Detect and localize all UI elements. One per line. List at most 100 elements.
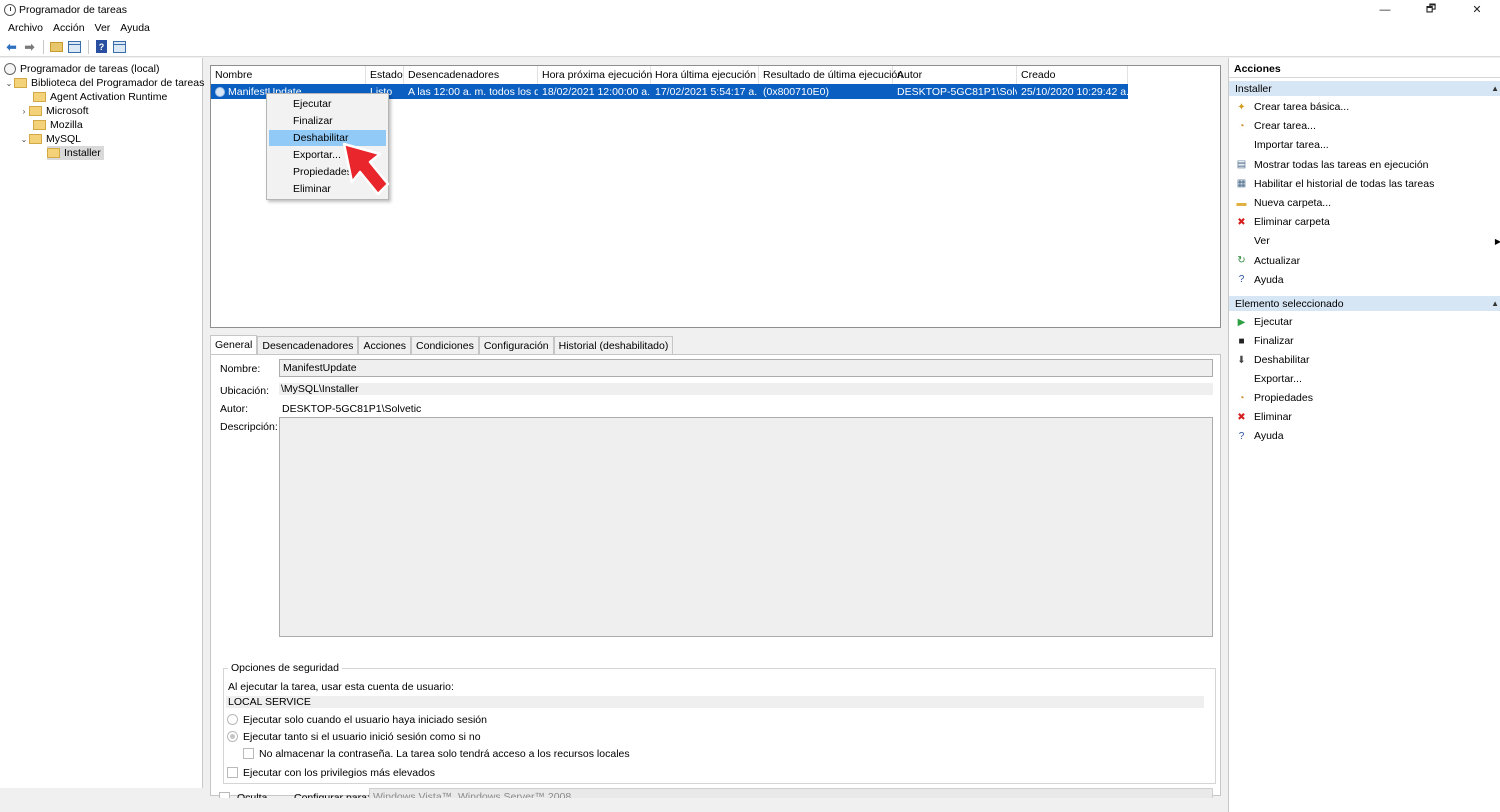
actions-title: Acciones bbox=[1229, 61, 1500, 78]
action-item-installer-9[interactable]: ? Ayuda bbox=[1235, 272, 1497, 288]
action-item-installer-3[interactable]: ▤ Mostrar todas las tareas en ejecución bbox=[1235, 157, 1497, 173]
tree-folder-label: Microsoft bbox=[46, 105, 89, 117]
radio-run-whether-logged-on[interactable] bbox=[227, 731, 238, 742]
tree-folder-microsoft[interactable]: › Microsoft bbox=[19, 104, 89, 118]
checkbox-no-store-password-label[interactable]: No almacenar la contraseña. La tarea sol… bbox=[259, 748, 630, 760]
name-field[interactable]: ManifestUpdate bbox=[279, 359, 1213, 377]
menu-ver[interactable]: Ver bbox=[90, 22, 116, 34]
tree-root-label: Programador de tareas (local) bbox=[20, 63, 160, 75]
context-menu-finalizar[interactable]: Finalizar bbox=[269, 113, 386, 129]
column-header-autor[interactable]: Autor bbox=[893, 66, 1017, 84]
collapsed-chevron-icon[interactable]: › bbox=[19, 107, 29, 116]
column-header-resultado[interactable]: Resultado de última ejecución bbox=[759, 66, 903, 84]
action-item-installer-5[interactable]: ▬ Nueva carpeta... bbox=[1235, 195, 1497, 211]
tab-historial[interactable]: Historial (deshabilitado) bbox=[553, 336, 674, 354]
action-item-installer-7[interactable]: Ver ▶ bbox=[1235, 233, 1500, 249]
restore-button[interactable]: 🗗 bbox=[1408, 0, 1454, 19]
tree-folder-mozilla[interactable]: Mozilla bbox=[33, 118, 83, 132]
up-folder-button[interactable] bbox=[48, 39, 65, 55]
cell-creado: 25/10/2020 10:29:42 a. m. bbox=[1021, 85, 1128, 98]
tab-desencadenadores[interactable]: Desencadenadores bbox=[257, 336, 359, 354]
tab-general[interactable]: General bbox=[210, 335, 258, 354]
close-button[interactable]: ✕ bbox=[1454, 0, 1500, 19]
action-item-installer-1[interactable]: ◔ Crear tarea... bbox=[1235, 118, 1497, 134]
action-item-label: Deshabilitar bbox=[1254, 354, 1310, 366]
action-item-installer-6[interactable]: ✖ Eliminar carpeta bbox=[1235, 214, 1497, 230]
tab-condiciones[interactable]: Condiciones bbox=[411, 336, 479, 354]
action-item-selected-6[interactable]: ? Ayuda bbox=[1235, 428, 1497, 444]
tree-folder-installer[interactable]: Installer bbox=[47, 146, 104, 160]
checkbox-highest-privileges-label[interactable]: Ejecutar con los privilegios más elevado… bbox=[243, 767, 435, 779]
action-item-selected-3[interactable]: Exportar... bbox=[1235, 371, 1497, 387]
toolbar-separator bbox=[88, 39, 89, 54]
tree-root[interactable]: Programador de tareas (local) bbox=[4, 62, 159, 76]
radio-run-logged-on[interactable] bbox=[227, 714, 238, 725]
blank-icon bbox=[1235, 235, 1248, 248]
action-item-selected-0[interactable]: ▶ Ejecutar bbox=[1235, 314, 1497, 330]
tree-folder-agent-activation-runtime[interactable]: Agent Activation Runtime bbox=[33, 90, 167, 104]
action-item-installer-0[interactable]: ✦ Crear tarea básica... bbox=[1235, 99, 1497, 115]
tree-folder-mysql[interactable]: ⌄ MySQL bbox=[19, 132, 81, 146]
action-item-selected-2[interactable]: ⬇ Deshabilitar bbox=[1235, 352, 1497, 368]
tree-library[interactable]: ⌄ Biblioteca del Programador de tareas bbox=[4, 76, 205, 90]
tab-acciones[interactable]: Acciones bbox=[358, 336, 412, 354]
checkbox-no-store-password[interactable] bbox=[243, 748, 254, 759]
action-item-installer-4[interactable]: ▦ Habilitar el historial de todas las tar… bbox=[1235, 176, 1497, 192]
tree-library-label: Biblioteca del Programador de tareas bbox=[31, 77, 205, 89]
action-item-installer-2[interactable]: Importar tarea... bbox=[1235, 137, 1497, 153]
action-item-selected-1[interactable]: ■ Finalizar bbox=[1235, 333, 1497, 349]
collapse-icon[interactable]: ▲ bbox=[1491, 84, 1499, 93]
action-item-label: Actualizar bbox=[1254, 254, 1301, 267]
column-header-creado[interactable]: Creado bbox=[1017, 66, 1128, 84]
column-header-estado[interactable]: Estado bbox=[366, 66, 404, 84]
column-header-hora-ultima[interactable]: Hora última ejecución bbox=[651, 66, 759, 84]
action-item-label: Eliminar carpeta bbox=[1254, 216, 1330, 229]
tab-configuracion[interactable]: Configuración bbox=[478, 336, 554, 354]
description-field[interactable] bbox=[279, 417, 1213, 637]
radio-run-whether-logged-on-label[interactable]: Ejecutar tanto si el usuario inició sesi… bbox=[243, 731, 481, 743]
minimize-button[interactable]: — bbox=[1362, 0, 1408, 19]
blank-icon bbox=[1235, 139, 1248, 152]
cell-desencadenadores: A las 12:00 a. m. todos los días bbox=[408, 85, 538, 98]
cell-autor: DESKTOP-5GC81P1\Solvetic bbox=[897, 85, 1017, 98]
folder-up-icon bbox=[50, 41, 63, 52]
folder-icon bbox=[33, 92, 46, 102]
window-title: Programador de tareas bbox=[19, 3, 127, 16]
collapse-icon[interactable]: ▲ bbox=[1491, 299, 1499, 308]
clock-icon bbox=[4, 63, 16, 75]
menu-accion[interactable]: Acción bbox=[48, 22, 90, 34]
action-item-installer-8[interactable]: ↻ Actualizar bbox=[1235, 253, 1497, 269]
expand-chevron-icon[interactable]: ⌄ bbox=[19, 135, 29, 144]
blank-icon bbox=[1235, 373, 1248, 386]
column-header-desencadenadores[interactable]: Desencadenadores bbox=[404, 66, 538, 84]
task-scheduler-app-icon bbox=[4, 3, 16, 16]
tree-folder-label: Installer bbox=[64, 147, 101, 159]
checkbox-highest-privileges[interactable] bbox=[227, 767, 238, 778]
action-item-label: Mostrar todas las tareas en ejecución bbox=[1254, 158, 1429, 171]
task-details: General Desencadenadores Acciones Condic… bbox=[210, 335, 1221, 806]
task-icon: ◔ bbox=[1238, 120, 1245, 132]
column-header-nombre[interactable]: Nombre bbox=[211, 66, 366, 84]
help-icon: ? bbox=[1238, 430, 1245, 442]
show-hide-action-pane-button[interactable] bbox=[111, 39, 128, 55]
column-header-hora-proxima[interactable]: Hora próxima ejecución bbox=[538, 66, 652, 84]
menu-ayuda[interactable]: Ayuda bbox=[115, 22, 155, 34]
action-item-label: Ver bbox=[1254, 235, 1270, 248]
help-button[interactable]: ? bbox=[93, 39, 110, 55]
security-options-group: Opciones de seguridad Al ejecutar la tar… bbox=[223, 662, 1216, 784]
forward-arrow-icon[interactable]: ➡ bbox=[21, 39, 38, 55]
action-item-selected-4[interactable]: ◔ Propiedades bbox=[1235, 390, 1497, 406]
context-menu-ejecutar[interactable]: Ejecutar bbox=[269, 96, 386, 112]
author-value: DESKTOP-5GC81P1\Solvetic bbox=[282, 403, 422, 415]
action-item-selected-5[interactable]: ✖ Eliminar bbox=[1235, 409, 1497, 425]
back-arrow-icon[interactable]: ⬅ bbox=[3, 39, 20, 55]
menu-archivo[interactable]: Archivo bbox=[3, 22, 48, 34]
actions-section-installer[interactable]: Installer ▲ bbox=[1229, 81, 1500, 96]
folder-icon bbox=[29, 106, 42, 116]
folder-icon bbox=[47, 148, 60, 158]
expand-chevron-icon[interactable]: ⌄ bbox=[4, 79, 14, 88]
show-hide-console-tree-button[interactable] bbox=[66, 39, 83, 55]
radio-run-logged-on-label[interactable]: Ejecutar solo cuando el usuario haya ini… bbox=[243, 714, 487, 726]
actions-section-selected-item[interactable]: Elemento seleccionado ▲ bbox=[1229, 296, 1500, 311]
account-label: Al ejecutar la tarea, usar esta cuenta d… bbox=[228, 681, 454, 693]
